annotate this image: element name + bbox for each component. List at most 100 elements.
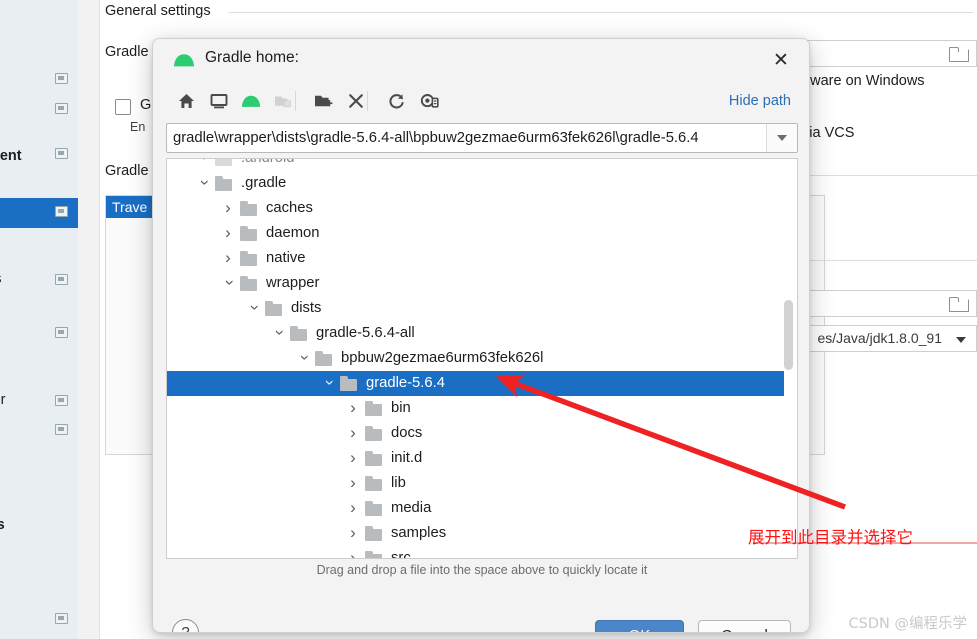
settings-tree-item-icon [55,274,68,285]
tree-row[interactable]: lib [167,471,784,496]
settings-tree-gutter [78,0,100,639]
ok-button[interactable]: OK [595,620,684,632]
settings-tree-item[interactable]: mpiler [0,392,5,408]
folder-icon [364,425,384,442]
chevron-down-icon[interactable] [317,370,339,397]
settings-tree-item[interactable]: tories [0,271,1,287]
dialog-title: Gradle home: [205,49,299,66]
chevron-right-icon[interactable] [342,495,364,522]
offline-work-checkbox[interactable] [115,99,131,115]
chevron-down-icon[interactable] [217,270,239,297]
tree-row[interactable]: dists [167,296,784,321]
delete-icon[interactable] [343,89,369,113]
software-on-windows-text: oftware on Windows [794,73,925,89]
home-icon[interactable] [173,89,199,113]
gradle-jvm-select[interactable]: es/Java/jdk1.8.0_91 [790,325,977,352]
screen: iorloymenttoriesionsmpilervorks General … [0,0,977,639]
tree-row[interactable]: .gradle [167,171,784,196]
chevron-down-icon[interactable] [242,295,264,322]
chevron-right-icon[interactable] [342,470,364,497]
tree-row[interactable]: bin [167,396,784,421]
chevron-down-icon[interactable] [192,170,214,197]
chevron-down-icon[interactable] [292,345,314,372]
tree-row[interactable]: src [167,545,784,559]
path-input[interactable] [167,124,766,152]
path-dropdown-button[interactable] [766,124,797,152]
chevron-down-icon[interactable] [956,337,966,343]
project-directory-icon [270,89,296,113]
chevron-right-icon[interactable] [217,245,239,272]
chevron-right-icon[interactable] [217,220,239,247]
browse-folder-icon-2[interactable] [949,296,969,312]
tree-scrollbar-thumb[interactable] [784,300,793,370]
chevron-right-icon[interactable] [342,395,364,422]
chevron-right-icon[interactable] [342,520,364,547]
settings-tree-item[interactable]: loyment [0,148,22,164]
settings-tree-item-icon [55,73,68,84]
help-button[interactable]: ? [172,619,199,632]
browse-folder-icon[interactable] [949,46,969,62]
tree-row[interactable]: gradle-5.6.4-all [167,321,784,346]
tree-row[interactable]: daemon [167,221,784,246]
settings-tree-item-icon [55,103,68,114]
file-tree-pane[interactable]: .android .gradle caches daemon native wrapper… [166,158,798,559]
gradle-projects-label: Gradle [105,163,149,179]
tree-row-label: bin [391,400,411,416]
tree-row[interactable]: caches [167,196,784,221]
section-divider [228,12,973,13]
folder-icon [214,159,234,167]
tree-row-label: daemon [266,225,320,241]
chevron-right-icon[interactable] [342,445,364,472]
toolbar-separator-1 [295,91,296,111]
path-combobox[interactable] [166,123,798,153]
close-icon[interactable]: ✕ [767,47,795,73]
tree-row-label: src [391,550,411,559]
new-folder-icon[interactable] [310,89,336,113]
tree-row-label: docs [391,425,423,441]
settings-tree-item[interactable]: vorks [0,517,5,533]
chevron-down-icon[interactable] [267,320,289,347]
watermark: CSDN @编程乐学 [848,616,967,632]
folder-icon [364,525,384,542]
file-tree[interactable]: .android .gradle caches daemon native wrapper… [167,159,784,559]
hide-path-link[interactable]: Hide path [729,93,791,109]
tree-row[interactable]: wrapper [167,271,784,296]
tree-row[interactable]: samples [167,521,784,546]
desktop-icon[interactable] [206,89,232,113]
tree-row-label: native [266,250,306,266]
tree-row-label: dists [291,300,322,316]
tree-row-label: caches [266,200,313,216]
gradle-home-icon[interactable] [238,89,264,113]
tree-scrollbar[interactable] [784,160,795,558]
show-hidden-files-icon[interactable] [416,89,442,113]
tree-row[interactable]: init.d [167,446,784,471]
chevron-right-icon[interactable] [342,420,364,447]
refresh-icon[interactable] [383,89,409,113]
tree-row-selected[interactable]: gradle-5.6.4 [167,371,784,396]
gradle-user-home-field[interactable] [790,40,977,67]
tree-row[interactable]: bpbuw2gezmae6urm63fek626l [167,346,784,371]
folder-icon [364,550,384,558]
gradle-jvm-path-field[interactable] [790,290,977,317]
chevron-right-icon[interactable] [217,195,239,222]
tree-row[interactable]: native [167,246,784,271]
tree-row-label: media [391,500,432,516]
cancel-button[interactable]: Cancel [698,620,791,632]
settings-tree-item-icon [55,424,68,435]
tree-row[interactable]: .android [167,159,784,171]
tree-row[interactable]: media [167,496,784,521]
folder-icon [289,325,309,342]
settings-category-tree[interactable]: iorloymenttoriesionsmpilervorks [0,0,78,639]
offline-work-sublabel: En [130,120,146,134]
gradle-user-home-label: Gradle [105,44,149,60]
tree-row[interactable]: docs [167,421,784,446]
chevron-right-icon[interactable] [342,545,364,558]
